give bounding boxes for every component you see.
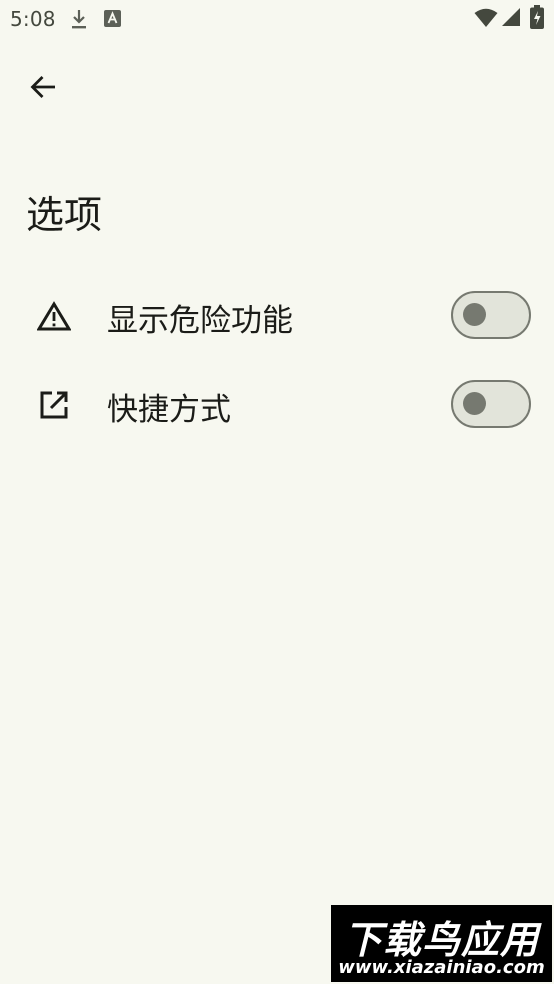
switch-thumb (463, 303, 486, 326)
download-icon (70, 8, 88, 34)
warning-triangle-icon (37, 299, 71, 333)
wifi-icon (474, 8, 498, 32)
option-shortcut[interactable]: 快捷方式 (0, 361, 554, 449)
battery-icon (530, 5, 544, 33)
page-title: 选项 (26, 193, 103, 237)
option-label: 快捷方式 (107, 392, 231, 428)
watermark-main-text: 下载鸟应用 (343, 918, 539, 962)
option-label: 显示危险功能 (107, 303, 293, 339)
arrow-back-icon (29, 74, 57, 100)
open-in-new-icon (37, 388, 71, 422)
status-time: 5:08 (10, 7, 56, 31)
watermark-logo: 下载鸟应用 www.xiazainiao.com (331, 905, 552, 982)
toggle-show-dangerous-features[interactable] (451, 291, 531, 339)
toggle-shortcut[interactable] (451, 380, 531, 428)
back-button[interactable] (20, 64, 66, 110)
status-bar: 5:08 (0, 0, 554, 38)
switch-thumb (463, 392, 486, 415)
signal-icon (501, 7, 521, 31)
watermark-url: www.xiazainiao.com (338, 957, 545, 978)
text-a-icon (104, 10, 121, 31)
option-show-dangerous-features[interactable]: 显示危险功能 (0, 272, 554, 360)
